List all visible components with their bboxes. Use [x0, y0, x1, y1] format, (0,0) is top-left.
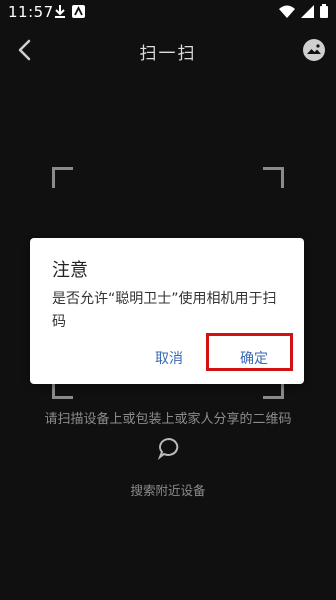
scan-corner-top-right	[263, 167, 284, 188]
nearby-devices-label[interactable]: 搜索附近设备	[0, 480, 336, 499]
wifi-icon	[279, 5, 295, 18]
status-right-icons	[279, 4, 328, 18]
scan-hint: 请扫描设备上或包装上或家人分享的二维码	[44, 412, 292, 427]
status-time: 11:57	[8, 3, 54, 21]
chat-bubble-icon	[157, 437, 179, 460]
permission-dialog: 注意 是否允许“聪明卫士”使用相机用于扫码 取消 确定	[30, 238, 304, 384]
scan-corner-top-left	[52, 167, 73, 188]
download-icon	[55, 5, 65, 18]
dialog-message: 是否允许“聪明卫士”使用相机用于扫码	[52, 291, 277, 330]
nearby-devices-button[interactable]	[157, 436, 181, 460]
page-title: 扫一扫	[139, 44, 197, 64]
confirm-highlight-box	[206, 333, 293, 371]
dialog-title: 注意	[52, 260, 88, 281]
status-left-icons	[54, 4, 85, 18]
status-bar: 11:57	[0, 0, 336, 24]
battery-icon	[320, 4, 328, 18]
cellular-icon	[301, 4, 314, 18]
cancel-button[interactable]: 取消	[155, 348, 183, 368]
header: 扫一扫	[0, 32, 336, 68]
gallery-icon	[303, 39, 325, 61]
gallery-button[interactable]	[302, 38, 326, 62]
app-notification-icon	[72, 4, 85, 18]
